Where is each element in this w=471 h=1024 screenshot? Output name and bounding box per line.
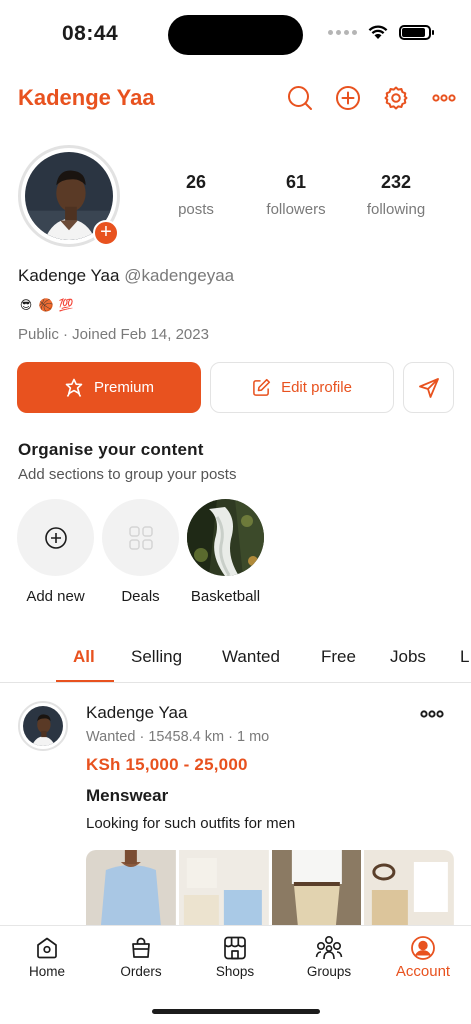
nav-home[interactable]: Home xyxy=(0,934,94,979)
wifi-icon xyxy=(368,25,388,39)
add-story-button[interactable]: + xyxy=(93,220,119,246)
organise-title: Organise your content xyxy=(18,440,204,459)
stat-value: 61 xyxy=(285,172,307,192)
edit-profile-label: Edit profile xyxy=(281,379,352,396)
post-filter-tabs: All Selling Wanted Free Jobs L xyxy=(0,633,471,683)
home-indicator[interactable] xyxy=(152,1009,320,1014)
tab-all[interactable]: All xyxy=(73,647,95,667)
nav-shops[interactable]: Shops xyxy=(188,934,282,979)
badge-icon xyxy=(65,378,83,397)
post-image[interactable] xyxy=(271,850,362,926)
tab-free[interactable]: Free xyxy=(321,647,356,667)
profile-avatar[interactable]: + xyxy=(18,145,120,247)
send-icon xyxy=(418,377,439,398)
search-icon[interactable] xyxy=(286,84,314,112)
profile-handle: @kadengeyaa xyxy=(124,266,235,285)
post-author-name[interactable]: Kadenge Yaa xyxy=(86,703,187,723)
nav-account[interactable]: Account xyxy=(376,934,470,980)
profile-actions: Premium Edit profile xyxy=(17,362,454,414)
dynamic-island xyxy=(168,15,303,55)
emoji-hundred: 💯 xyxy=(58,298,74,312)
signal-icon xyxy=(328,29,357,35)
premium-label: Premium xyxy=(93,379,154,396)
stat-followers[interactable]: 61 followers xyxy=(246,172,346,218)
emoji-sunglasses: 😎 xyxy=(19,298,33,312)
more-icon[interactable] xyxy=(430,84,458,112)
section-label: Add new xyxy=(26,588,85,605)
stat-label: posts xyxy=(178,201,214,218)
tab-more[interactable]: L xyxy=(460,647,469,667)
active-tab-indicator xyxy=(56,680,114,682)
profile-stats: 26 posts 61 followers 232 following xyxy=(146,172,446,218)
post-price: KSh 15,000 - 25,000 xyxy=(86,755,248,774)
profile-bio-emojis: 😎 🏀 💯 xyxy=(18,297,74,313)
add-circle-icon xyxy=(44,526,67,549)
post-image[interactable] xyxy=(364,850,454,926)
app-header: Kadenge Yaa xyxy=(18,80,458,116)
home-icon xyxy=(0,934,94,962)
nav-label: Home xyxy=(28,964,65,979)
account-icon xyxy=(376,934,470,962)
tab-selling[interactable]: Selling xyxy=(131,647,182,667)
nav-orders[interactable]: Orders xyxy=(94,934,188,979)
premium-button[interactable]: Premium xyxy=(17,362,201,413)
profile-joined: Public · Joined Feb 14, 2023 xyxy=(18,326,209,343)
section-basketball[interactable]: Basketball xyxy=(187,499,264,605)
status-bar: 08:44 xyxy=(0,0,471,70)
page-title: Kadenge Yaa xyxy=(18,85,155,110)
gear-icon[interactable] xyxy=(382,84,410,112)
stat-posts[interactable]: 26 posts xyxy=(146,172,246,218)
status-time: 08:44 xyxy=(62,22,119,45)
section-deals[interactable]: Deals xyxy=(102,499,179,605)
nav-label: Groups xyxy=(306,964,352,979)
post-title[interactable]: Menswear xyxy=(86,786,168,806)
nav-label: Orders xyxy=(120,964,162,979)
stat-value: 232 xyxy=(380,172,412,192)
organise-subtitle: Add sections to group your posts xyxy=(18,466,237,483)
content-sections: Add new Deals Basketball xyxy=(17,499,264,605)
share-button[interactable] xyxy=(403,362,454,413)
add-circle-icon[interactable] xyxy=(334,84,362,112)
post-author-avatar[interactable] xyxy=(18,701,68,751)
stat-label: following xyxy=(366,201,426,218)
post-image[interactable] xyxy=(178,850,269,926)
groups-icon xyxy=(282,934,376,962)
section-image xyxy=(187,499,264,576)
avatar xyxy=(23,706,63,746)
tab-jobs[interactable]: Jobs xyxy=(390,647,426,667)
nav-groups[interactable]: Groups xyxy=(282,934,376,979)
battery-icon xyxy=(399,24,434,40)
bag-icon xyxy=(94,934,188,962)
section-label: Deals xyxy=(121,588,160,605)
emoji-basketball: 🏀 xyxy=(38,298,54,312)
section-label: Basketball xyxy=(190,588,261,605)
shop-icon xyxy=(188,934,282,962)
nav-label: Shops xyxy=(215,964,255,979)
profile-name-line: Kadenge Yaa @kadengeyaa xyxy=(18,266,234,286)
post-image[interactable] xyxy=(86,850,176,926)
section-add-new[interactable]: Add new xyxy=(17,499,94,605)
tab-wanted[interactable]: Wanted xyxy=(222,647,280,667)
stat-label: followers xyxy=(266,201,326,218)
edit-icon xyxy=(253,378,271,396)
grid-icon xyxy=(128,525,153,550)
edit-profile-button[interactable]: Edit profile xyxy=(210,362,394,413)
stat-value: 26 xyxy=(185,172,207,192)
profile-name: Kadenge Yaa xyxy=(18,266,120,285)
stat-following[interactable]: 232 following xyxy=(346,172,446,218)
post-meta: Wanted · 15458.4 km · 1 mo xyxy=(86,729,270,745)
status-icons xyxy=(328,24,434,40)
post-image-gallery[interactable] xyxy=(86,850,454,926)
post-more-icon[interactable] xyxy=(420,705,444,723)
post-description: Looking for such outfits for men xyxy=(86,815,296,832)
nav-label: Account xyxy=(395,963,451,980)
